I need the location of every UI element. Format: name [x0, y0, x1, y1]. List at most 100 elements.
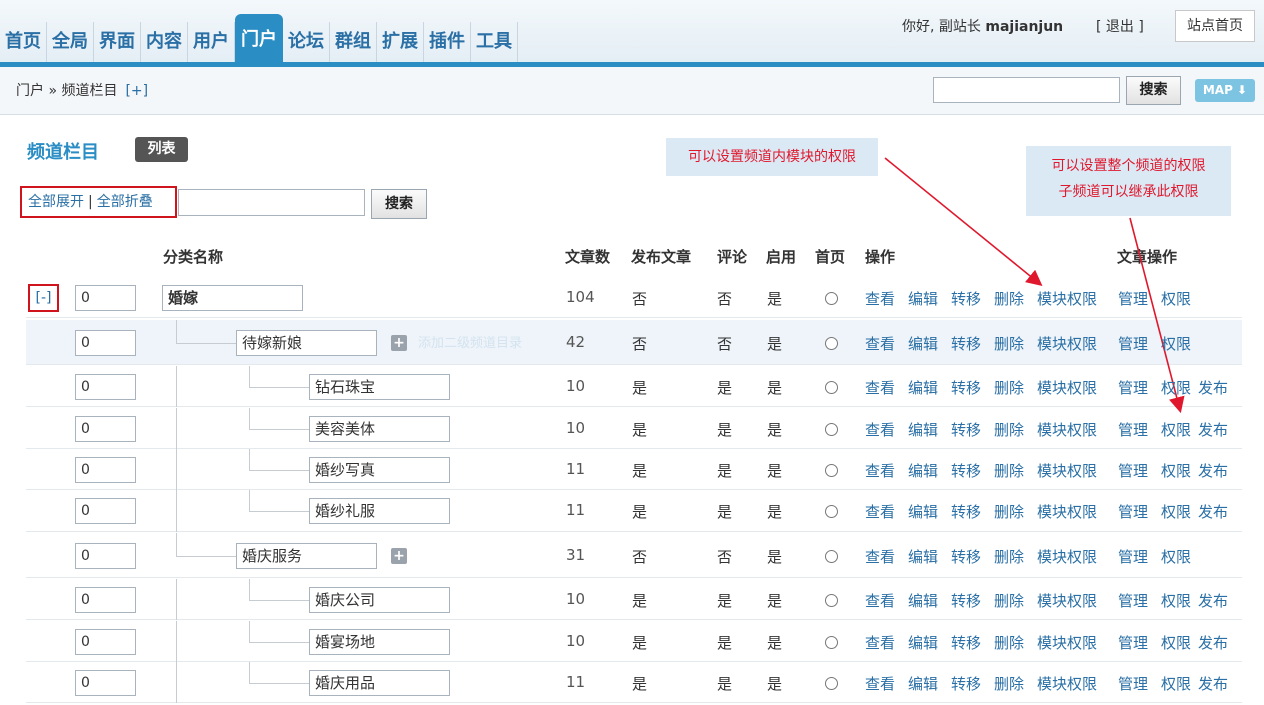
manage-link[interactable]: 管理 — [1118, 288, 1148, 309]
delete-link[interactable]: 删除 — [994, 419, 1024, 440]
nav-item-5[interactable]: 门户 — [235, 14, 283, 62]
homepage-radio[interactable] — [825, 380, 838, 394]
move-link[interactable]: 转移 — [951, 590, 981, 611]
module-permission-link[interactable]: 模块权限 — [1037, 377, 1097, 398]
edit-link[interactable]: 编辑 — [908, 632, 938, 653]
channel-name-input[interactable]: 婚庆用品 — [309, 669, 450, 696]
collapse-all-link[interactable]: 全部折叠 — [97, 194, 153, 210]
delete-link[interactable]: 删除 — [994, 288, 1024, 309]
publish-link[interactable]: 发布 — [1198, 419, 1228, 440]
nav-item-6[interactable]: 论坛 — [283, 22, 330, 62]
homepage-radio[interactable] — [825, 422, 838, 436]
edit-link[interactable]: 编辑 — [908, 546, 938, 567]
view-link[interactable]: 查看 — [865, 590, 895, 611]
delete-link[interactable]: 删除 — [994, 632, 1024, 653]
add-subchannel-icon[interactable]: + — [391, 547, 407, 564]
permission-link[interactable]: 权限 — [1161, 546, 1191, 567]
permission-link[interactable]: 权限 — [1161, 673, 1191, 694]
permission-link[interactable]: 权限 — [1161, 377, 1191, 398]
nav-item-3[interactable]: 内容 — [141, 22, 188, 62]
homepage-radio[interactable] — [825, 336, 838, 350]
move-link[interactable]: 转移 — [951, 546, 981, 567]
permission-link[interactable]: 权限 — [1161, 460, 1191, 481]
edit-link[interactable]: 编辑 — [908, 673, 938, 694]
manage-link[interactable]: 管理 — [1118, 333, 1148, 354]
view-link[interactable]: 查看 — [865, 632, 895, 653]
module-permission-link[interactable]: 模块权限 — [1037, 590, 1097, 611]
homepage-radio[interactable] — [825, 505, 838, 518]
view-link[interactable]: 查看 — [865, 419, 895, 440]
order-input[interactable]: 0 — [75, 498, 136, 524]
channel-name-input[interactable]: 待嫁新娘 — [236, 329, 377, 356]
edit-link[interactable]: 编辑 — [908, 419, 938, 440]
permission-link[interactable]: 权限 — [1161, 288, 1191, 309]
module-permission-link[interactable]: 模块权限 — [1037, 546, 1097, 567]
site-home-button[interactable]: 站点首页 — [1175, 10, 1255, 42]
channel-name-input[interactable]: 钻石珠宝 — [309, 373, 450, 400]
permission-link[interactable]: 权限 — [1161, 419, 1191, 440]
module-permission-link[interactable]: 模块权限 — [1037, 460, 1097, 481]
view-link[interactable]: 查看 — [865, 333, 895, 354]
homepage-radio[interactable] — [825, 593, 838, 607]
homepage-radio[interactable] — [825, 549, 838, 563]
order-input[interactable]: 0 — [75, 586, 136, 613]
channel-name-input[interactable]: 美容美体 — [309, 415, 450, 442]
module-permission-link[interactable]: 模块权限 — [1037, 632, 1097, 653]
edit-link[interactable]: 编辑 — [908, 590, 938, 611]
view-link[interactable]: 查看 — [865, 460, 895, 481]
delete-link[interactable]: 删除 — [994, 673, 1024, 694]
permission-link[interactable]: 权限 — [1161, 632, 1191, 653]
collapse-row-button[interactable]: [-] — [28, 284, 59, 312]
order-input[interactable]: 0 — [75, 373, 136, 400]
permission-link[interactable]: 权限 — [1161, 501, 1191, 522]
nav-item-4[interactable]: 用户 — [188, 22, 235, 62]
map-button[interactable]: MAP ⬇ — [1195, 79, 1255, 102]
module-permission-link[interactable]: 模块权限 — [1037, 419, 1097, 440]
tab-list[interactable]: 列表 — [135, 137, 188, 162]
top-search-button[interactable]: 搜索 — [1126, 76, 1181, 105]
manage-link[interactable]: 管理 — [1118, 377, 1148, 398]
manage-link[interactable]: 管理 — [1118, 546, 1148, 567]
module-permission-link[interactable]: 模块权限 — [1037, 288, 1097, 309]
nav-item-9[interactable]: 插件 — [424, 22, 471, 62]
delete-link[interactable]: 删除 — [994, 590, 1024, 611]
manage-link[interactable]: 管理 — [1118, 673, 1148, 694]
publish-link[interactable]: 发布 — [1198, 590, 1228, 611]
order-input[interactable]: 0 — [75, 669, 136, 696]
edit-link[interactable]: 编辑 — [908, 377, 938, 398]
channel-name-input[interactable]: 婚嫁 — [162, 284, 303, 311]
homepage-radio[interactable] — [825, 291, 838, 305]
publish-link[interactable]: 发布 — [1198, 632, 1228, 653]
view-link[interactable]: 查看 — [865, 377, 895, 398]
delete-link[interactable]: 删除 — [994, 333, 1024, 354]
channel-name-input[interactable]: 婚宴场地 — [309, 628, 450, 655]
homepage-radio[interactable] — [825, 635, 838, 649]
manage-link[interactable]: 管理 — [1118, 632, 1148, 653]
channel-filter-input[interactable] — [178, 189, 365, 216]
order-input[interactable]: 0 — [75, 542, 136, 569]
move-link[interactable]: 转移 — [951, 288, 981, 309]
move-link[interactable]: 转移 — [951, 460, 981, 481]
delete-link[interactable]: 删除 — [994, 377, 1024, 398]
publish-link[interactable]: 发布 — [1198, 377, 1228, 398]
channel-filter-button[interactable]: 搜索 — [371, 189, 427, 219]
manage-link[interactable]: 管理 — [1118, 419, 1148, 440]
nav-item-10[interactable]: 工具 — [471, 22, 518, 62]
order-input[interactable]: 0 — [75, 329, 136, 356]
order-input[interactable]: 0 — [75, 415, 136, 442]
permission-link[interactable]: 权限 — [1161, 333, 1191, 354]
logout-link[interactable]: [ 退出 ] — [1096, 16, 1144, 36]
view-link[interactable]: 查看 — [865, 546, 895, 567]
edit-link[interactable]: 编辑 — [908, 460, 938, 481]
publish-link[interactable]: 发布 — [1198, 673, 1228, 694]
manage-link[interactable]: 管理 — [1118, 590, 1148, 611]
channel-name-input[interactable]: 婚庆服务 — [236, 542, 377, 569]
channel-name-input[interactable]: 婚纱写真 — [309, 456, 450, 483]
homepage-radio[interactable] — [825, 676, 838, 690]
view-link[interactable]: 查看 — [865, 673, 895, 694]
nav-item-0[interactable]: 首页 — [0, 22, 47, 62]
move-link[interactable]: 转移 — [951, 419, 981, 440]
move-link[interactable]: 转移 — [951, 377, 981, 398]
order-input[interactable]: 0 — [75, 628, 136, 655]
top-search-input[interactable] — [933, 77, 1120, 103]
